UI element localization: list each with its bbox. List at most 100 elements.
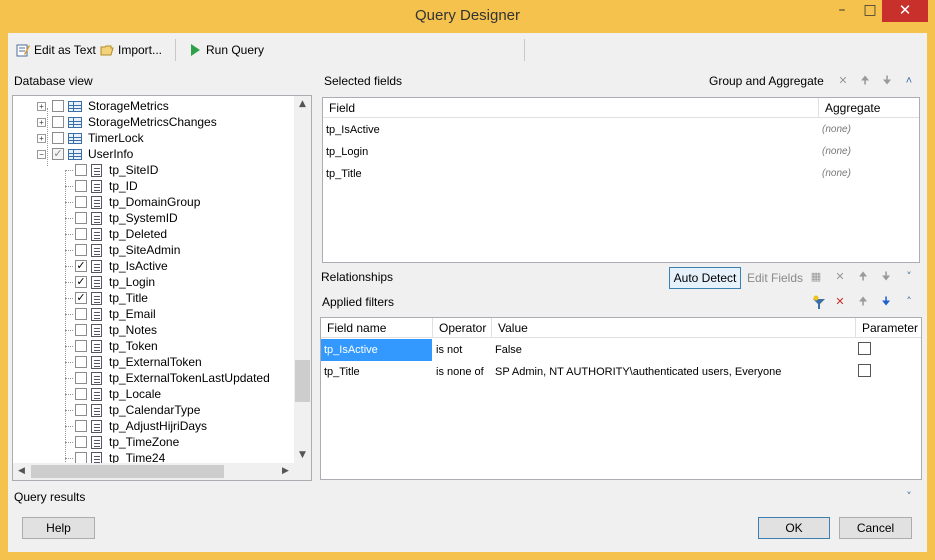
column-checkbox[interactable]: [75, 436, 87, 448]
tree-column-row[interactable]: tp_SiteAdmin: [65, 242, 180, 258]
selected-field-row[interactable]: tp_Login (none): [323, 141, 919, 163]
tree-table-row[interactable]: − ✓ UserInfo: [37, 146, 133, 162]
minimize-button[interactable]: –: [828, 0, 856, 22]
table-checkbox[interactable]: ✓: [52, 148, 64, 160]
tree-vertical-scrollbar[interactable]: ▲ ▼: [294, 96, 311, 464]
filter-operator-cell[interactable]: is not: [433, 339, 492, 361]
move-down-icon[interactable]: 🠋: [880, 74, 894, 88]
edit-fields-button[interactable]: Edit Fields: [747, 271, 803, 285]
tree-column-row[interactable]: tp_CalendarType: [65, 402, 200, 418]
column-checkbox[interactable]: [75, 196, 87, 208]
tree-column-row[interactable]: tp_AdjustHijriDays: [65, 418, 207, 434]
collapse-filters-icon[interactable]: ˄: [902, 295, 916, 309]
table-checkbox[interactable]: [52, 132, 64, 144]
tree-table-row[interactable]: + StorageMetricsChanges: [37, 114, 217, 130]
tree-column-row[interactable]: ✓ tp_Login: [65, 274, 155, 290]
delete-filter-icon[interactable]: ✕: [833, 295, 847, 309]
tree-column-row[interactable]: tp_SystemID: [65, 210, 178, 226]
maximize-button[interactable]: □: [856, 0, 884, 22]
column-checkbox[interactable]: ✓: [75, 260, 87, 272]
expand-results-icon[interactable]: ˅: [902, 490, 916, 504]
collapse-icon[interactable]: ˄: [902, 74, 916, 88]
column-checkbox[interactable]: ✓: [75, 292, 87, 304]
expand-node-icon[interactable]: +: [37, 133, 46, 143]
expand-node-icon[interactable]: +: [37, 101, 46, 111]
column-checkbox[interactable]: [75, 164, 87, 176]
tree-column-row[interactable]: tp_DomainGroup: [65, 194, 200, 210]
column-checkbox[interactable]: [75, 404, 87, 416]
group-and-aggregate-button[interactable]: Group and Aggregate: [709, 70, 824, 92]
database-tree[interactable]: + StorageMetrics + StorageMetricsChanges + Ti…: [12, 95, 312, 481]
column-checkbox[interactable]: [75, 340, 87, 352]
column-checkbox[interactable]: [75, 244, 87, 256]
scroll-down-arrow[interactable]: ▼: [294, 447, 311, 464]
field-cell[interactable]: tp_IsActive: [323, 119, 819, 141]
field-cell[interactable]: tp_Title: [323, 163, 819, 185]
expand-icon[interactable]: ˅: [902, 270, 916, 284]
parameter-column-header[interactable]: Parameter: [856, 318, 921, 338]
parameter-checkbox[interactable]: [858, 342, 871, 355]
ok-button[interactable]: OK: [758, 517, 830, 539]
column-checkbox[interactable]: ✓: [75, 276, 87, 288]
column-checkbox[interactable]: [75, 180, 87, 192]
move-up-icon[interactable]: 🠉: [858, 74, 872, 88]
delete-relationship-icon[interactable]: ✕: [833, 270, 847, 284]
column-checkbox[interactable]: [75, 420, 87, 432]
help-button[interactable]: Help: [22, 517, 95, 539]
column-checkbox[interactable]: [75, 388, 87, 400]
aggregate-column-header[interactable]: Aggregate: [819, 98, 919, 118]
selected-fields-grid[interactable]: Field Aggregate tp_IsActive (none) tp_Logi…: [322, 97, 920, 263]
import-button[interactable]: Import...: [100, 41, 162, 59]
add-relationship-icon[interactable]: ▦: [809, 270, 823, 284]
title-bar[interactable]: Query Designer – □ ✕: [0, 0, 935, 33]
column-checkbox[interactable]: [75, 324, 87, 336]
tree-column-row[interactable]: tp_Notes: [65, 322, 157, 338]
scroll-right-arrow[interactable]: ▶: [277, 463, 294, 480]
operator-column-header[interactable]: Operator: [433, 318, 492, 338]
filter-field-cell[interactable]: tp_IsActive: [321, 339, 432, 361]
cancel-button[interactable]: Cancel: [839, 517, 912, 539]
close-button[interactable]: ✕: [882, 0, 928, 22]
aggregate-cell[interactable]: (none): [819, 119, 919, 141]
field-name-column-header[interactable]: Field name: [321, 318, 433, 338]
run-query-button[interactable]: Run Query: [188, 41, 264, 59]
selected-field-row[interactable]: tp_IsActive (none): [323, 119, 919, 141]
tree-table-row[interactable]: + TimerLock: [37, 130, 144, 146]
filter-up-icon[interactable]: 🠉: [856, 295, 870, 309]
column-checkbox[interactable]: [75, 372, 87, 384]
tree-column-row[interactable]: tp_Locale: [65, 386, 161, 402]
filter-down-icon[interactable]: 🠋: [879, 295, 893, 309]
scroll-left-arrow[interactable]: ◀: [13, 463, 30, 480]
tree-column-row[interactable]: ✓ tp_Title: [65, 290, 148, 306]
tree-column-row[interactable]: tp_ID: [65, 178, 138, 194]
collapse-node-icon[interactable]: −: [37, 149, 46, 159]
tree-column-row[interactable]: tp_ExternalTokenLastUpdated: [65, 370, 270, 386]
aggregate-cell[interactable]: (none): [819, 141, 919, 163]
tree-column-row[interactable]: tp_SiteID: [65, 162, 158, 178]
tree-column-row[interactable]: tp_Token: [65, 338, 158, 354]
column-checkbox[interactable]: [75, 308, 87, 320]
delete-icon[interactable]: ✕: [836, 74, 850, 88]
column-checkbox[interactable]: [75, 228, 87, 240]
tree-table-row[interactable]: + StorageMetrics: [37, 98, 169, 114]
filter-value-cell[interactable]: SP Admin, NT AUTHORITY\authenticated use…: [492, 361, 856, 383]
scroll-thumb[interactable]: [295, 360, 310, 402]
tree-column-row[interactable]: tp_Email: [65, 306, 156, 322]
filter-field-cell[interactable]: tp_Title: [321, 361, 432, 383]
filter-row[interactable]: tp_Title is none of SP Admin, NT AUTHORITY…: [321, 361, 921, 383]
scroll-up-arrow[interactable]: ▲: [294, 96, 311, 113]
aggregate-cell[interactable]: (none): [819, 163, 919, 185]
tree-column-row[interactable]: tp_ExternalToken: [65, 354, 202, 370]
parameter-checkbox[interactable]: [858, 364, 871, 377]
hscroll-thumb[interactable]: [31, 465, 224, 478]
table-checkbox[interactable]: [52, 100, 64, 112]
applied-filters-grid[interactable]: Field name Operator Value Parameter tp_I…: [320, 317, 922, 480]
relationship-up-icon[interactable]: 🠉: [856, 270, 870, 284]
tree-column-row[interactable]: tp_Deleted: [65, 226, 167, 242]
value-column-header[interactable]: Value: [492, 318, 856, 338]
selected-field-row[interactable]: tp_Title (none): [323, 163, 919, 185]
add-filter-icon[interactable]: [811, 295, 827, 311]
table-checkbox[interactable]: [52, 116, 64, 128]
auto-detect-button[interactable]: Auto Detect: [669, 267, 741, 289]
filter-row[interactable]: tp_IsActive is not False: [321, 339, 921, 361]
